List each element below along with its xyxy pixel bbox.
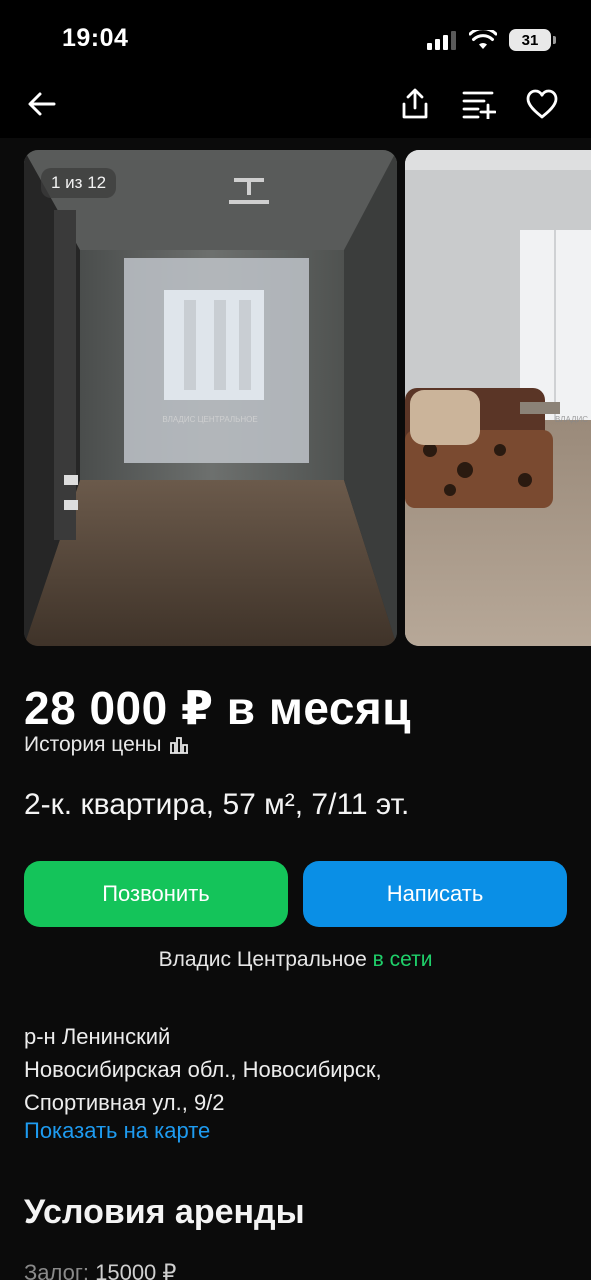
cellular-signal-icon [427, 31, 456, 50]
photo-room-sofa[interactable]: ВЛАДИС [405, 150, 591, 646]
price-history-label: История цены [24, 733, 162, 756]
status-bar: 19:04 31 [0, 0, 591, 72]
share-button[interactable] [393, 82, 437, 126]
seller-info[interactable]: Владис Центральное в сети [0, 948, 591, 972]
deposit-value: 15000 ₽ [95, 1260, 177, 1280]
room-photo-image: ВЛАДИС ЦЕНТРАЛЬНОЕ [24, 150, 397, 646]
online-status: в сети [372, 948, 433, 971]
share-icon [402, 88, 428, 119]
deposit-row: Залог: 15000 ₽ [24, 1260, 176, 1280]
heart-icon [526, 89, 558, 119]
bar-chart-icon [170, 737, 189, 754]
compare-button[interactable] [457, 82, 501, 126]
write-message-button[interactable]: Написать [303, 861, 567, 927]
favorite-button[interactable] [520, 82, 564, 126]
battery-indicator: 31 [509, 29, 556, 51]
compare-list-icon [462, 91, 496, 119]
photo-room-window[interactable]: ВЛАДИС ЦЕНТРАЛЬНОЕ 1 из 12 [24, 150, 397, 646]
listing-content: ВЛАДИС ЦЕНТРАЛЬНОЕ 1 из 12 ВЛАДИС 28 000… [0, 138, 591, 1280]
arrow-left-icon [28, 92, 56, 116]
address-line-1: Новосибирская обл., Новосибирск, [24, 1057, 382, 1082]
svg-text:ВЛАДИС ЦЕНТРАЛЬНОЕ: ВЛАДИС ЦЕНТРАЛЬНОЕ [162, 415, 257, 424]
back-button[interactable] [20, 82, 64, 126]
deposit-label: Залог: [24, 1260, 89, 1280]
address-line-2: Спортивная ул., 9/2 [24, 1090, 225, 1115]
call-button[interactable]: Позвонить [24, 861, 288, 927]
status-icons: 31 [427, 26, 556, 54]
photo-gallery[interactable]: ВЛАДИС ЦЕНТРАЛЬНОЕ 1 из 12 ВЛАДИС [24, 150, 591, 646]
status-time: 19:04 [62, 24, 129, 52]
show-on-map-link[interactable]: Показать на карте [24, 1118, 210, 1144]
address-block: р-н Ленинский Новосибирская обл., Новоси… [24, 1020, 382, 1119]
photo-counter: 1 из 12 [41, 168, 117, 198]
price-history-link[interactable]: История цены [24, 733, 189, 757]
wifi-icon [469, 30, 497, 49]
sofa-photo-image: ВЛАДИС [405, 150, 591, 646]
top-nav [0, 72, 591, 138]
seller-name: Владис Центральное [158, 948, 367, 971]
rent-conditions-title: Условия аренды [24, 1193, 305, 1231]
svg-text:ВЛАДИС: ВЛАДИС [555, 415, 588, 424]
listing-title: 2-к. квартира, 57 м², 7/11 эт. [24, 788, 410, 821]
price: 28 000 ₽ в месяц [24, 682, 412, 734]
address-district: р-н Ленинский [24, 1024, 171, 1049]
